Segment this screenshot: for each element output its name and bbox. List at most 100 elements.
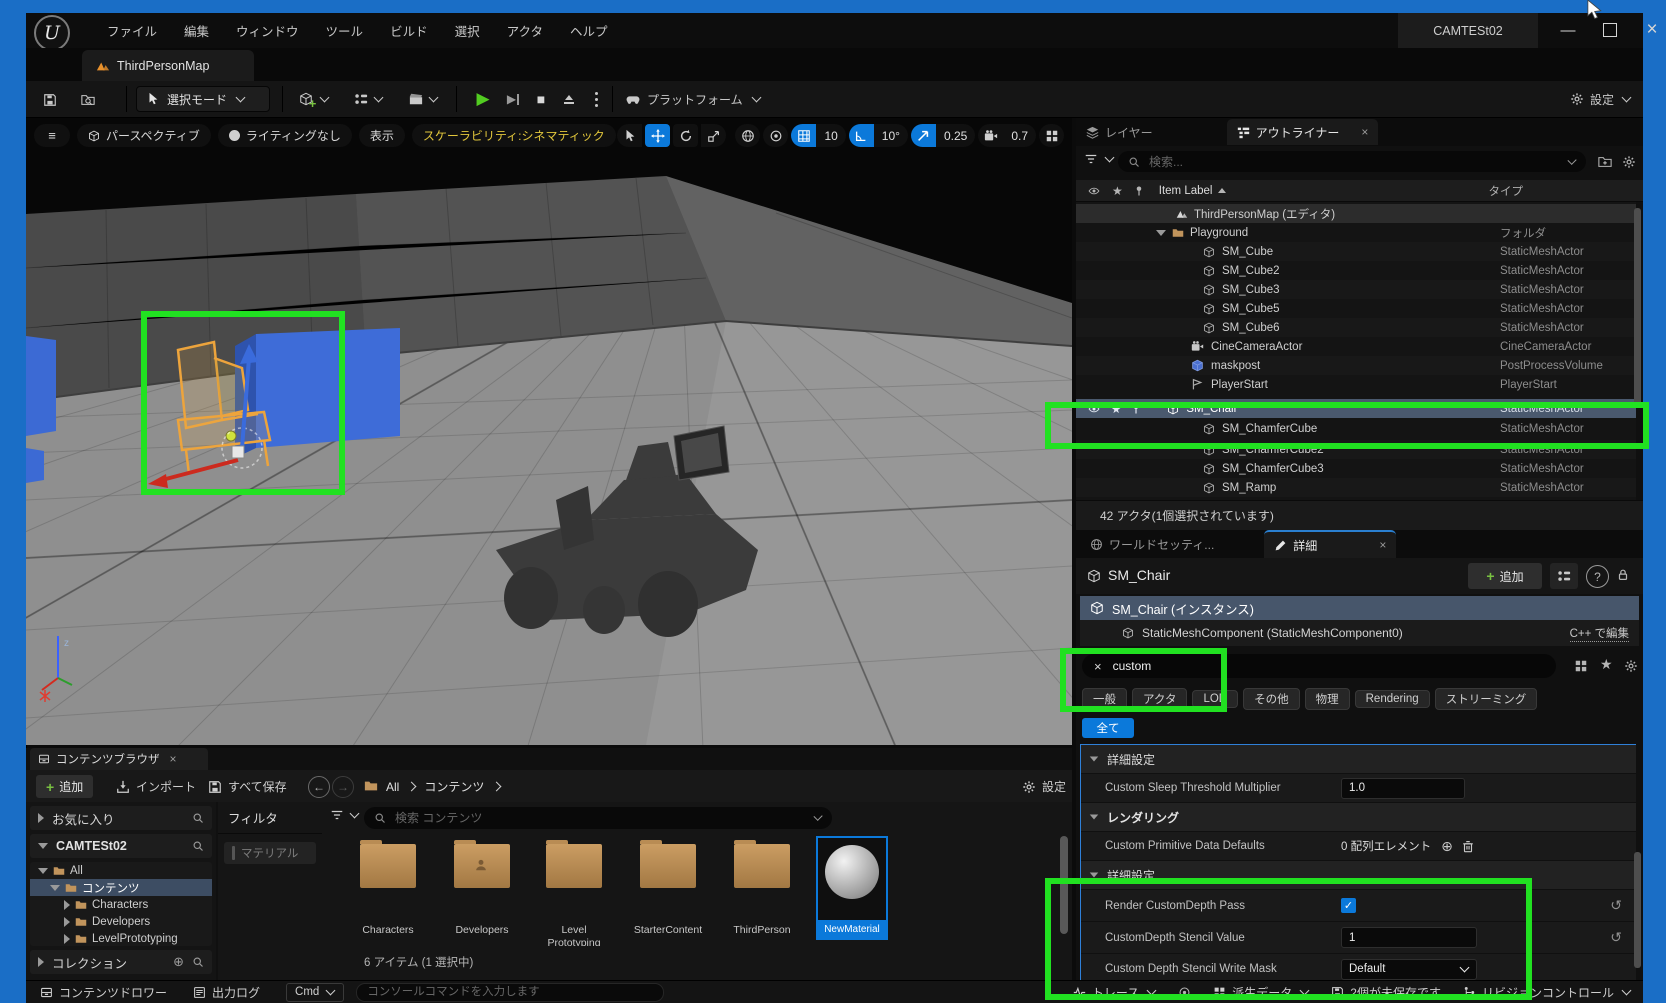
toolbar-settings-dropdown[interactable]: 設定	[1570, 86, 1631, 112]
outliner-row[interactable]: SM_Cube2StaticMeshActor	[1076, 261, 1636, 280]
play-options-button[interactable]	[588, 86, 604, 112]
pin-icon[interactable]	[1133, 185, 1145, 197]
details-search-box[interactable]: ×	[1082, 654, 1556, 678]
stencil-value-input[interactable]: 1	[1341, 927, 1477, 948]
sleep-threshold-input[interactable]: 1.0	[1341, 778, 1465, 799]
pin-icon[interactable]	[1130, 403, 1142, 415]
scale-tool-button[interactable]	[701, 124, 726, 147]
rotation-snap-toggle[interactable]	[849, 124, 874, 147]
details-settings-icon[interactable]	[1624, 659, 1638, 673]
favorite-icon[interactable]: ★	[1600, 656, 1613, 673]
asset-folder-startercontent[interactable]: StarterContent	[640, 844, 723, 936]
tab-world-settings[interactable]: ワールドセッティ...	[1080, 531, 1224, 557]
close-icon[interactable]: ×	[1361, 125, 1368, 139]
menu-tools[interactable]: ツール	[326, 21, 364, 40]
breadcrumb-root[interactable]: All	[386, 780, 399, 794]
tree-item-characters[interactable]: Characters	[30, 896, 212, 913]
tree-item-developers[interactable]: Developers	[30, 913, 212, 930]
tab-layers[interactable]: レイヤー	[1076, 119, 1163, 145]
close-button[interactable]: ×	[1638, 17, 1666, 43]
maximize-button[interactable]	[1596, 17, 1624, 43]
tree-item-levelprototyping[interactable]: LevelPrototyping	[30, 930, 212, 946]
show-dropdown[interactable]: 表示	[359, 124, 405, 147]
tree-item-content[interactable]: コンテンツ	[30, 879, 212, 896]
outliner-search-box[interactable]	[1118, 151, 1586, 172]
outliner-row[interactable]: SM_ChamferCube3StaticMeshActor	[1076, 459, 1636, 478]
platforms-dropdown[interactable]: プラットフォーム	[626, 86, 761, 112]
browse-content-button[interactable]	[72, 87, 104, 112]
close-icon[interactable]: ×	[1379, 538, 1386, 552]
eject-button[interactable]	[556, 86, 582, 112]
unreal-logo-icon[interactable]: U	[34, 15, 70, 51]
camera-speed-value[interactable]: 0.7	[1003, 124, 1036, 147]
project-header[interactable]: CAMTESt02	[30, 834, 212, 858]
star-icon[interactable]: ★	[1111, 402, 1121, 416]
tab-physics[interactable]: 物理	[1305, 688, 1350, 710]
tree-item-all[interactable]: All	[30, 862, 212, 879]
viewport-menu-button[interactable]: ≡	[34, 124, 70, 147]
menu-build[interactable]: ビルド	[390, 21, 428, 40]
tab-content-browser[interactable]: コンテンツブラウザ ×	[30, 748, 208, 770]
insights-icon[interactable]	[1178, 986, 1191, 999]
menu-actor[interactable]: アクタ	[507, 21, 543, 40]
edit-cpp-link[interactable]: C++ で編集	[1570, 625, 1629, 642]
asset-scrollbar[interactable]	[1060, 836, 1068, 934]
cinematics-button[interactable]	[402, 86, 444, 112]
asset-folder-developers[interactable]: Developers	[454, 844, 532, 936]
favorites-header[interactable]: お気に入り	[30, 806, 212, 830]
asset-folder-characters[interactable]: Characters	[360, 844, 438, 936]
scale-snap-toggle[interactable]	[911, 124, 936, 147]
outliner-row[interactable]: SM_ChamferCubeStaticMeshActor	[1076, 419, 1636, 438]
output-log-button[interactable]: 出力ログ	[193, 984, 260, 1001]
outliner-search-input[interactable]	[1147, 154, 1559, 170]
save-all-button[interactable]: すべて保存	[208, 775, 287, 798]
menu-window[interactable]: ウィンドウ	[236, 21, 299, 40]
menu-file[interactable]: ファイル	[107, 21, 157, 40]
search-icon[interactable]	[192, 840, 204, 852]
revision-control-button[interactable]: リビジョンコントロール	[1463, 984, 1631, 1001]
section-advanced-2[interactable]: 詳細設定	[1081, 861, 1636, 890]
outliner-row[interactable]: SM_Cube6StaticMeshActor	[1076, 318, 1636, 337]
outliner-row-map[interactable]: ThirdPersonMap (エディタ)	[1076, 204, 1636, 223]
unsaved-button[interactable]: 2個が未保存です	[1331, 984, 1441, 1001]
outliner-row[interactable]: SM_Cube3StaticMeshActor	[1076, 280, 1636, 299]
outliner-row[interactable]: SM_CubeStaticMeshActor	[1076, 242, 1636, 261]
star-icon[interactable]: ★	[1112, 184, 1123, 198]
asset-newmaterial-selected[interactable]: NewMaterial	[816, 836, 888, 940]
play-button[interactable]: ▶	[468, 86, 498, 112]
view-mode-dropdown[interactable]: ライティングなし	[218, 124, 352, 147]
minimize-button[interactable]: —	[1554, 17, 1582, 43]
outliner-row-playground[interactable]: Playgroundフォルダ	[1076, 223, 1636, 242]
quick-add-actor-button[interactable]: +	[292, 86, 336, 112]
col-item-label[interactable]: Item Label	[1159, 185, 1213, 197]
outliner-scrollbar[interactable]	[1634, 208, 1641, 406]
asset-search-input[interactable]	[393, 810, 805, 826]
search-icon[interactable]	[192, 812, 204, 824]
add-collection-icon[interactable]: ⊕	[173, 954, 184, 970]
asset-search-box[interactable]	[364, 807, 832, 829]
outliner-row[interactable]: SM_Cube5StaticMeshActor	[1076, 299, 1636, 318]
trash-icon[interactable]	[1461, 839, 1475, 853]
world-local-toggle[interactable]	[735, 124, 760, 147]
add-content-button[interactable]: +追加	[36, 775, 93, 798]
scalability-warning[interactable]: スケーラビリティ:シネマティック	[412, 124, 616, 147]
outliner-settings-icon[interactable]	[1622, 155, 1636, 169]
outliner-row[interactable]: SM_RampStaticMeshActor	[1076, 478, 1636, 497]
outliner-row-playerstart[interactable]: PlayerStartPlayerStart	[1076, 375, 1636, 394]
blueprints-button[interactable]	[348, 86, 388, 112]
cmd-selector[interactable]: Cmd	[286, 983, 344, 1002]
reset-to-default-icon[interactable]: ↺	[1610, 929, 1622, 946]
tab-misc[interactable]: その他	[1243, 688, 1300, 710]
add-folder-icon[interactable]	[1598, 155, 1612, 169]
menu-edit[interactable]: 編集	[184, 21, 209, 40]
surface-snap-button[interactable]	[763, 124, 788, 147]
eye-icon[interactable]	[1088, 403, 1100, 415]
outliner-row[interactable]: SM_ChamferCube2StaticMeshActor	[1076, 440, 1636, 459]
tab-thirdpersonmap[interactable]: ThirdPersonMap	[82, 50, 254, 81]
asset-folder-levelprototyping[interactable]: Level Prototyping	[546, 844, 612, 946]
asset-filter-button[interactable]	[330, 808, 359, 822]
col-type-label[interactable]: タイプ	[1489, 183, 1524, 199]
eye-icon[interactable]	[1088, 185, 1100, 197]
forward-button[interactable]: →	[332, 776, 354, 798]
content-settings-button[interactable]: 設定	[1022, 775, 1066, 798]
